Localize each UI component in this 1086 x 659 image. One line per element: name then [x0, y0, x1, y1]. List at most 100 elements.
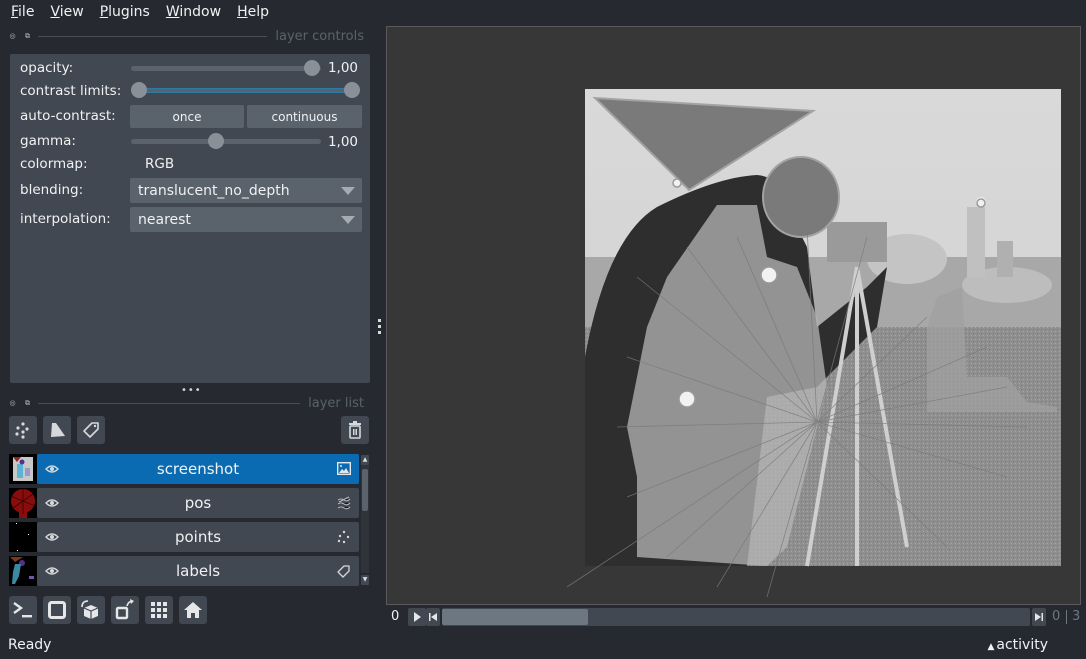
menu-view-mnemonic: V: [50, 4, 60, 20]
point-marker: [678, 390, 696, 408]
dims-current-value[interactable]: 0: [1052, 609, 1060, 624]
layer-row-points[interactable]: points: [9, 522, 359, 552]
layer-row-labels[interactable]: labels: [9, 556, 359, 586]
dims-slider-thumb[interactable]: [442, 609, 588, 625]
eye-icon[interactable]: [45, 531, 59, 543]
contrast-high-handle[interactable]: [344, 82, 360, 98]
opacity-slider[interactable]: [131, 66, 321, 71]
chevron-down-icon: [341, 187, 355, 195]
colormap-value: RGB: [145, 156, 175, 172]
dock-title-divider: [38, 402, 301, 404]
dims-slider-bar: 0 0 3: [386, 607, 1081, 627]
dock-title-divider: [38, 35, 268, 37]
dims-max-value: 3: [1072, 609, 1081, 624]
layer-controls-dock-title: ◎ ⧉ layer controls: [8, 28, 364, 44]
dock-hide-icon[interactable]: ◎: [8, 32, 17, 40]
contrast-low-handle[interactable]: [131, 82, 147, 98]
interpolation-combobox[interactable]: nearest: [130, 207, 362, 232]
dock-float-icon[interactable]: ⧉: [23, 399, 32, 407]
menu-help[interactable]: Help: [237, 4, 269, 20]
eye-icon[interactable]: [45, 565, 59, 577]
menu-window-label: indow: [179, 4, 222, 20]
home-icon: [184, 602, 202, 618]
layer-list-dock-title: ◎ ⧉ layer list: [8, 395, 364, 411]
skip-forward-icon: [1035, 613, 1043, 621]
dock-hide-icon[interactable]: ◎: [8, 399, 17, 407]
interpolation-label: interpolation:: [20, 211, 111, 227]
home-button[interactable]: [179, 596, 207, 624]
interpolation-value: nearest: [138, 211, 191, 228]
contrast-limits-slider[interactable]: [139, 88, 353, 93]
auto-contrast-once-button[interactable]: once: [130, 105, 244, 128]
ndisplay-button[interactable]: [43, 596, 71, 624]
menu-help-mnemonic: H: [237, 4, 248, 20]
new-shapes-layer-button[interactable]: [43, 416, 71, 444]
vectors-layer-icon: [337, 496, 351, 510]
contrast-limits-label: contrast limits:: [20, 83, 122, 99]
last-frame-button[interactable]: [1032, 608, 1046, 626]
play-button[interactable]: [408, 608, 426, 626]
status-text: Ready: [8, 637, 52, 653]
point-marker: [760, 266, 778, 284]
dock-float-icon[interactable]: ⧉: [23, 32, 32, 40]
gamma-slider[interactable]: [131, 139, 321, 144]
layer-row-pos[interactable]: pos: [9, 488, 359, 518]
main-splitter-handle[interactable]: [377, 318, 383, 338]
transpose-dims-button[interactable]: [111, 596, 139, 624]
menu-plugins-label: lugins: [108, 4, 150, 20]
roll-cube-icon: [81, 600, 99, 619]
transpose-icon: [115, 599, 134, 620]
grid-view-button[interactable]: [145, 596, 173, 624]
blending-combobox[interactable]: translucent_no_depth: [130, 178, 362, 203]
canvas-scene: [566, 89, 1061, 598]
point-marker: [672, 178, 682, 188]
menu-view[interactable]: View: [50, 4, 83, 20]
caret-up-icon: ▲: [987, 642, 995, 652]
viewer-canvas[interactable]: [386, 26, 1081, 605]
new-labels-layer-button[interactable]: [77, 416, 105, 444]
blending-label: blending:: [20, 182, 84, 198]
square-2d-icon: [48, 601, 66, 619]
point-marker: [976, 198, 986, 208]
console-button[interactable]: [9, 596, 37, 624]
activity-toggle[interactable]: ▲ activity: [987, 637, 1048, 653]
roll-dims-button[interactable]: [77, 596, 105, 624]
ellipse-shape: [762, 156, 840, 238]
menu-window[interactable]: Window: [166, 4, 221, 20]
dims-current-label: 0: [391, 609, 400, 624]
menu-plugins[interactable]: Plugins: [100, 4, 150, 20]
auto-contrast-label: auto-contrast:: [20, 108, 116, 124]
blending-value: translucent_no_depth: [138, 182, 290, 199]
layer-name[interactable]: pos: [185, 494, 212, 512]
console-icon: [13, 602, 32, 618]
layer-row-screenshot[interactable]: screenshot: [9, 454, 359, 484]
chevron-down-icon: [341, 216, 355, 224]
eye-icon[interactable]: [45, 463, 59, 475]
new-points-layer-button[interactable]: [9, 416, 37, 444]
layer-thumbnail: [9, 454, 37, 484]
menu-file[interactable]: File: [11, 4, 34, 20]
dims-separator: [1066, 610, 1067, 624]
trash-icon: [349, 421, 361, 439]
delete-layer-button[interactable]: [341, 416, 369, 444]
auto-contrast-continuous-button[interactable]: continuous: [247, 105, 362, 128]
scroll-down-button[interactable]: ▼: [361, 575, 369, 585]
layer-name[interactable]: points: [175, 528, 221, 546]
image-layer-icon: [337, 462, 351, 475]
layer-thumbnail: [9, 556, 37, 586]
activity-label: activity: [996, 637, 1048, 653]
layer-name[interactable]: labels: [176, 562, 220, 580]
shapes-icon: [51, 423, 65, 437]
scroll-up-button[interactable]: ▲: [361, 455, 369, 465]
menu-file-label: ile: [18, 4, 35, 20]
first-frame-button[interactable]: [426, 608, 440, 626]
scrollbar-thumb[interactable]: [362, 469, 368, 511]
eye-icon[interactable]: [45, 497, 59, 509]
layer-name[interactable]: screenshot: [157, 460, 239, 478]
layer-list-title: layer list: [308, 395, 364, 411]
dims-slider-track[interactable]: [442, 608, 1030, 626]
opacity-label: opacity:: [20, 60, 74, 76]
gamma-slider-handle[interactable]: [208, 133, 224, 149]
opacity-slider-handle[interactable]: [304, 60, 320, 76]
menu-help-label: elp: [247, 4, 269, 20]
